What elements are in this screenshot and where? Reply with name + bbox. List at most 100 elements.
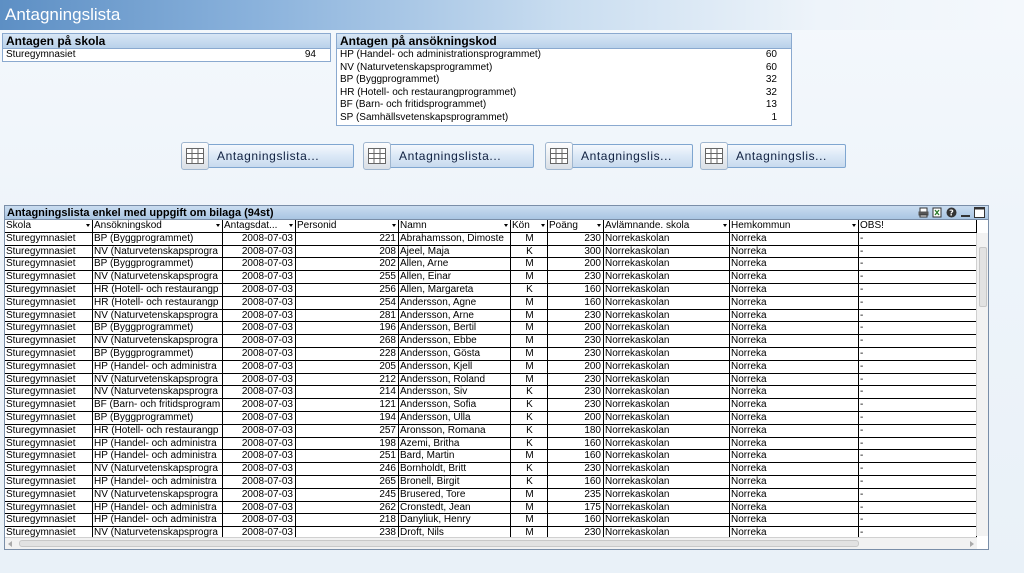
code-listbox-item[interactable]: BP (Byggprogrammet) 32 [337,74,791,87]
col-ansokningskod-cell: BP (Byggprogrammet) [93,322,223,335]
col-poang-cell: 160 [548,296,604,309]
code-listbox-item[interactable]: NV (Naturvetenskapsprogrammet) 60 [337,62,791,75]
dropdown-arrow-icon[interactable] [541,224,545,227]
minimize-icon[interactable] [960,207,971,218]
table-row[interactable]: Sturegymnasiet NV (Naturvetenskapsprogra 2… [5,463,977,476]
dropdown-arrow-icon[interactable] [852,224,856,227]
dropdown-arrow-icon[interactable] [86,224,90,227]
dropdown-arrow-icon[interactable] [392,224,396,227]
dropdown-arrow-icon[interactable] [504,224,508,227]
report-button-3-label: Antagningslis... [581,149,672,163]
col-personid-header-label: Personid [297,220,337,231]
table-row[interactable]: Sturegymnasiet HP (Handel- och administra… [5,501,977,515]
table-row[interactable]: Sturegymnasiet NV (Naturvetenskapsprogra 2… [5,245,977,259]
col-avlamnande-skola-cell: Norrekaskolan [604,501,730,514]
col-namn-cell: Bronell, Birgit [399,475,511,488]
print-icon[interactable] [918,207,929,218]
table-row[interactable]: Sturegymnasiet HR (Hotell- och restaurang… [5,424,977,438]
horizontal-scrollbar[interactable] [5,537,977,549]
table-row[interactable]: Sturegymnasiet BP (Byggprogrammet) 2008-07… [5,322,977,336]
col-kon-header[interactable]: Kön [511,220,548,232]
table-row[interactable]: Sturegymnasiet NV (Naturvetenskapsprogra 2… [5,386,977,400]
col-personid-cell: 212 [296,373,399,386]
table-row[interactable]: Sturegymnasiet BP (Byggprogrammet) 2008-07… [5,347,977,361]
admission-table[interactable]: Antagningslista enkel med uppgift om bil… [4,205,989,550]
col-skola-cell: Sturegymnasiet [5,258,93,271]
col-namn-header[interactable]: Namn [399,220,511,232]
table-row[interactable]: Sturegymnasiet HP (Handel- och administra… [5,514,977,528]
table-row[interactable]: Sturegymnasiet NV (Naturvetenskapsprogra 2… [5,271,977,284]
table-row[interactable]: Sturegymnasiet HP (Handel- och administra… [5,360,977,374]
table-row[interactable]: Sturegymnasiet HP (Handel- och administra… [5,437,977,451]
dropdown-arrow-icon[interactable] [289,224,293,227]
table-header-row: Skola Ansökningskod Antagsdat... Personid Na… [5,220,977,233]
col-obs-header[interactable]: OBS! [859,220,977,232]
table-row[interactable]: Sturegymnasiet HR (Hotell- och restaurang… [5,296,977,310]
col-kon-cell: M [511,296,548,309]
table-row[interactable]: Sturegymnasiet NV (Naturvetenskapsprogra 2… [5,488,977,502]
col-hemkommun-cell: Norreka [730,309,859,322]
table-row[interactable]: Sturegymnasiet HP (Handel- och administra… [5,450,977,464]
col-avlamnande-skola-cell: Norrekaskolan [604,347,730,360]
help-icon[interactable]: ? [946,207,957,218]
col-ansokningskod-cell: HP (Handel- och administra [93,475,223,488]
col-obs-cell: - [859,386,977,399]
code-listbox-item[interactable]: HR (Hotell- och restaurangprogrammet) 32 [337,87,791,100]
export-excel-icon[interactable] [932,207,943,218]
col-ansokningskod-cell: NV (Naturvetenskapsprogra [93,386,223,399]
col-antagsdatum-cell: 2008-07-03 [223,360,296,373]
col-skola-header[interactable]: Skola [5,220,93,232]
col-hemkommun-cell: Norreka [730,296,859,309]
dropdown-arrow-icon[interactable] [597,224,601,227]
code-listbox-item[interactable]: SP (Samhällsvetenskapsprogrammet) 1 [337,112,791,125]
table-row[interactable]: Sturegymnasiet HP (Handel- och administra… [5,475,977,489]
col-hemkommun-header[interactable]: Hemkommun [730,220,859,232]
code-listbox-item[interactable]: BF (Barn- och fritidsprogrammet) 13 [337,99,791,112]
table-row[interactable]: Sturegymnasiet BP (Byggprogrammet) 2008-07… [5,258,977,272]
code-listbox-item[interactable]: HP (Handel- och administrationsprogramme… [337,49,791,62]
col-avlamnande-skola-cell: Norrekaskolan [604,271,730,283]
table-row[interactable]: Sturegymnasiet NV (Naturvetenskapsprogra 2… [5,373,977,387]
col-personid-cell: 218 [296,514,399,527]
report-button-1-label: Antagningslista... [217,149,320,163]
table-row[interactable]: Sturegymnasiet BF (Barn- och fritidsprogr… [5,399,977,412]
dropdown-arrow-icon[interactable] [723,224,727,227]
vertical-scrollbar[interactable] [976,233,988,536]
col-personid-header[interactable]: Personid [296,220,399,232]
col-obs-cell: - [859,475,977,488]
col-antagsdatum-cell: 2008-07-03 [223,309,296,322]
col-poang-cell: 160 [548,283,604,296]
report-button-4[interactable]: Antagningslis... [700,142,846,170]
col-obs-cell: - [859,411,977,424]
col-obs-cell: - [859,399,977,411]
table-row[interactable]: Sturegymnasiet NV (Naturvetenskapsprogra 2… [5,335,977,348]
col-poang-cell: 175 [548,501,604,514]
report-button-2[interactable]: Antagningslista... [363,142,534,170]
col-ansokningskod-header[interactable]: Ansökningskod [93,220,223,232]
maximize-icon[interactable] [974,207,985,218]
report-button-3[interactable]: Antagningslis... [545,142,693,170]
col-hemkommun-cell: Norreka [730,360,859,373]
col-personid-cell: 196 [296,322,399,335]
col-poang-header[interactable]: Poäng [548,220,604,232]
school-listbox-item[interactable]: Sturegymnasiet 94 [3,49,330,62]
col-hemkommun-cell: Norreka [730,488,859,501]
col-poang-cell: 200 [548,322,604,335]
col-obs-cell: - [859,296,977,309]
code-listbox[interactable]: Antagen på ansökningskod HP (Handel- och… [336,33,792,126]
table-row[interactable]: Sturegymnasiet BP (Byggprogrammet) 2008-07… [5,232,977,246]
col-namn-cell: Azemi, Britha [399,437,511,450]
col-personid-cell: 268 [296,335,399,347]
col-hemkommun-cell: Norreka [730,450,859,463]
table-row[interactable]: Sturegymnasiet BP (Byggprogrammet) 2008-07… [5,411,977,425]
col-kon-cell: M [511,258,548,271]
dropdown-arrow-icon[interactable] [216,224,220,227]
col-avlamnande-skola-header[interactable]: Avlämnande. skola [604,220,730,232]
report-button-1[interactable]: Antagningslista... [181,142,354,170]
col-antagsdatum-header[interactable]: Antagsdat... [223,220,296,232]
table-row[interactable]: Sturegymnasiet NV (Naturvetenskapsprogra 2… [5,309,977,323]
code-listbox-item-label: HR (Hotell- och restaurangprogrammet) [340,86,517,98]
col-poang-cell: 200 [548,258,604,271]
table-row[interactable]: Sturegymnasiet HR (Hotell- och restaurang… [5,283,977,297]
school-listbox[interactable]: Antagen på skola Sturegymnasiet 94 [2,33,331,62]
